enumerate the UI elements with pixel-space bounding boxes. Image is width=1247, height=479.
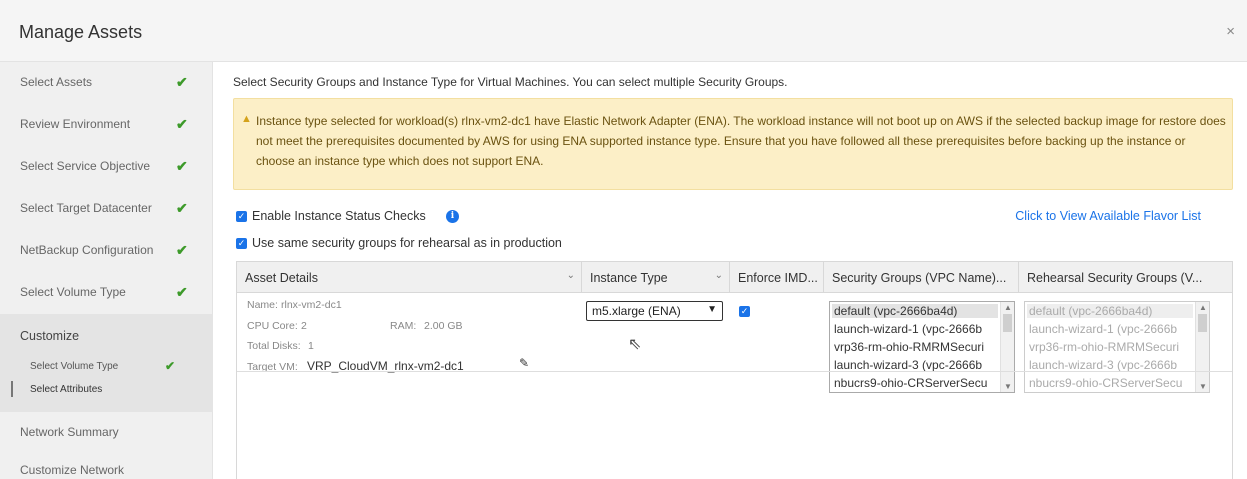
cpu-label: CPU Core: (247, 320, 298, 332)
cpu-value: 2 (301, 320, 307, 332)
sidebar-item-label: Select Assets (20, 75, 93, 89)
sidebar-item-customize[interactable]: Customize Select Volume Type ✔ Select At… (0, 314, 213, 412)
checkmark-icon: ✔ (176, 242, 188, 258)
sidebar-item-label: Customize (20, 329, 80, 343)
ena-warning-banner: ▲ Instance type selected for workload(s)… (233, 98, 1233, 190)
table-row: Name: rlnx-vm2-dc1 CPU Core: 2 RAM: 2.00… (237, 293, 1232, 393)
same-security-groups-checkbox[interactable]: ✓ (236, 238, 247, 249)
chevron-down-icon[interactable]: ⌄ (567, 270, 575, 281)
security-group-option[interactable]: launch-wizard-1 (vpc-2666b (834, 322, 982, 336)
sidebar-item-label: Review Environment (20, 117, 131, 131)
instance-type-select[interactable]: m5.xlarge (ENA) ▼ (586, 301, 723, 321)
enforce-imd-checkbox[interactable]: ✓ (739, 306, 750, 317)
sidebar-item-label: Network Summary (20, 425, 119, 439)
security-group-option[interactable]: nbucrs9-ohio-CRServerSecu (834, 376, 987, 390)
listbox-scrollbar: ▲ ▼ (1195, 302, 1209, 392)
pencil-icon[interactable]: ✎ (519, 356, 529, 370)
checkmark-icon: ✔ (165, 359, 176, 373)
sidebar-item-review-environment[interactable]: Review Environment ✔ (0, 104, 213, 144)
intro-text: Select Security Groups and Instance Type… (233, 75, 788, 89)
info-icon[interactable]: i (446, 210, 459, 223)
sidebar-item-select-assets[interactable]: Select Assets ✔ (0, 62, 213, 102)
sidebar-item-label: Customize Network (20, 463, 125, 477)
sidebar-item-customize-network[interactable]: Customize Network (0, 450, 213, 479)
rehearsal-security-groups-listbox: default (vpc-2666ba4d) launch-wizard-1 (… (1024, 301, 1210, 393)
sidebar-item-select-service-objective[interactable]: Select Service Objective ✔ (0, 146, 213, 186)
asset-name-value: rlnx-vm2-dc1 (281, 299, 342, 311)
sidebar-subitem-select-volume-type[interactable]: Select Volume Type (30, 361, 118, 372)
chevron-down-icon[interactable]: ⌄ (715, 270, 723, 281)
rehearsal-security-group-option: launch-wizard-1 (vpc-2666b (1029, 322, 1178, 336)
listbox-scrollbar[interactable]: ▲ ▼ (1000, 302, 1014, 392)
sidebar-item-label: Select Service Objective (20, 159, 151, 173)
security-group-option[interactable]: launch-wizard-3 (vpc-2666b (834, 358, 982, 372)
asset-grid: Asset Details ⌄ Instance Type ⌄ Enforce … (236, 261, 1233, 479)
row-divider (237, 371, 1232, 372)
rehearsal-security-group-option: default (vpc-2666ba4d) (1027, 304, 1193, 318)
grid-header: Asset Details ⌄ Instance Type ⌄ Enforce … (237, 262, 1232, 293)
security-group-option[interactable]: default (vpc-2666ba4d) (832, 304, 998, 318)
enable-status-checks-checkbox[interactable]: ✓ (236, 211, 247, 222)
dialog-title: Manage Assets (19, 22, 143, 42)
checkmark-icon: ✔ (176, 158, 188, 174)
same-security-groups-label: Use same security groups for rehearsal a… (252, 236, 562, 250)
rehearsal-security-group-option: launch-wizard-3 (vpc-2666b (1029, 358, 1178, 372)
column-header-rehearsal-security-groups[interactable]: Rehearsal Security Groups (V... (1019, 262, 1232, 293)
column-header-enforce-imd[interactable]: Enforce IMD... (730, 262, 824, 293)
mouse-cursor-icon: ⇖ (628, 336, 642, 353)
sidebar-item-select-target-datacenter[interactable]: Select Target Datacenter ✔ (0, 188, 213, 228)
close-icon[interactable]: × (1226, 23, 1235, 40)
chevron-down-icon: ▼ (707, 304, 717, 315)
rehearsal-security-group-option: nbucrs9-ohio-CRServerSecu (1029, 376, 1183, 390)
sidebar-item-select-volume-type[interactable]: Select Volume Type ✔ (0, 272, 213, 312)
checkmark-icon: ✔ (176, 200, 188, 216)
sidebar-item-label: Select Volume Type (20, 285, 126, 299)
warning-text: Instance type selected for workload(s) r… (256, 114, 1226, 168)
security-groups-listbox[interactable]: default (vpc-2666ba4d) launch-wizard-1 (… (829, 301, 1015, 393)
dialog-header: Manage Assets × (0, 0, 1247, 62)
sidebar-item-label: NetBackup Configuration (20, 243, 154, 257)
asset-name-label: Name: (247, 299, 278, 311)
view-flavor-list-link[interactable]: Click to View Available Flavor List (1015, 209, 1201, 223)
total-disks-label: Total Disks: (247, 340, 301, 352)
ram-value: 2.00 GB (424, 320, 463, 332)
sidebar-item-label: Select Target Datacenter (20, 201, 152, 215)
ram-label: RAM: (390, 320, 417, 332)
warning-triangle-icon: ▲ (241, 113, 252, 125)
checkmark-icon: ✔ (176, 74, 188, 90)
checkmark-icon: ✔ (176, 116, 188, 132)
column-header-asset-details[interactable]: Asset Details ⌄ (237, 262, 582, 293)
security-group-option[interactable]: vrp36-rm-ohio-RMRMSecuri (834, 340, 984, 354)
sidebar-item-network-summary[interactable]: Network Summary (0, 412, 213, 452)
column-header-instance-type[interactable]: Instance Type ⌄ (582, 262, 730, 293)
rehearsal-security-group-option: vrp36-rm-ohio-RMRMSecuri (1029, 340, 1180, 354)
active-indicator (11, 381, 13, 397)
column-header-security-groups[interactable]: Security Groups (VPC Name)... (824, 262, 1019, 293)
sidebar-item-netbackup-configuration[interactable]: NetBackup Configuration ✔ (0, 230, 213, 270)
enable-status-checks-label: Enable Instance Status Checks (252, 209, 426, 223)
main-content: Select Security Groups and Instance Type… (213, 62, 1247, 479)
wizard-sidebar: Select Assets ✔ Review Environment ✔ Sel… (0, 62, 213, 479)
sidebar-subitem-select-attributes[interactable]: Select Attributes (30, 384, 102, 395)
checkmark-icon: ✔ (176, 284, 188, 300)
total-disks-value: 1 (308, 340, 314, 352)
